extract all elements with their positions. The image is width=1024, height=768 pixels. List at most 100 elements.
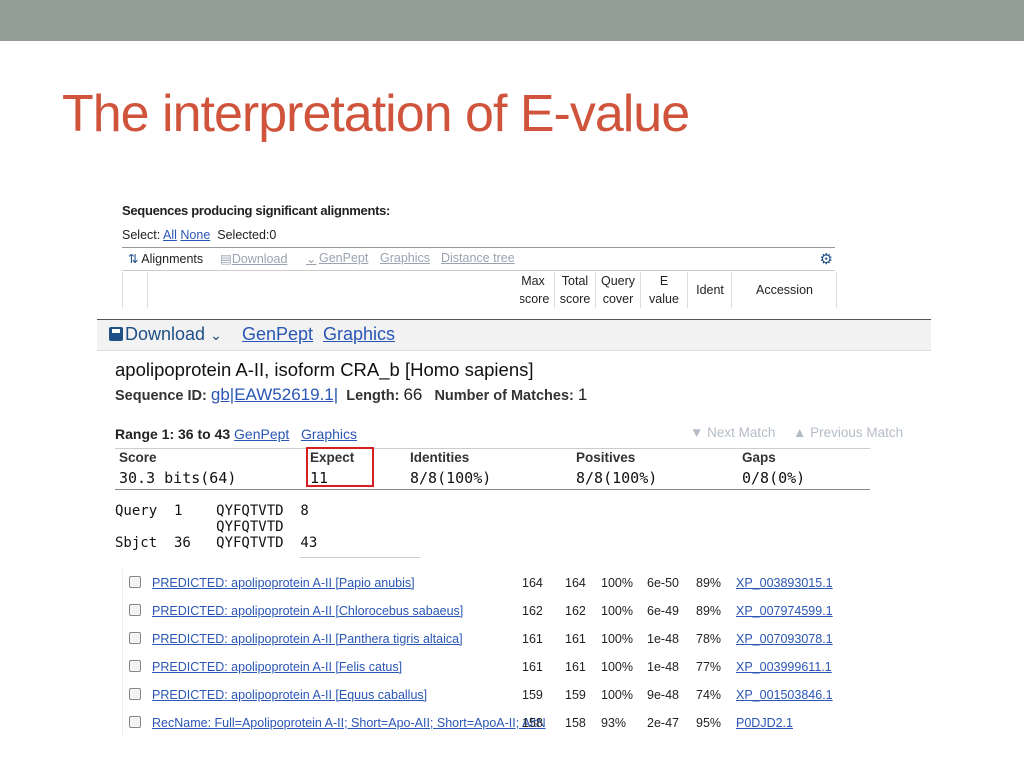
range-genpept-link[interactable]: GenPept xyxy=(234,426,289,442)
row-accession-link[interactable]: XP_003999611.1 xyxy=(736,660,832,674)
sequence-id-link[interactable]: gb|EAW52619.1| xyxy=(211,385,338,404)
query-line: Query 1 QYFQTVTD 8 xyxy=(115,503,309,519)
row-total-score: 164 xyxy=(565,576,586,590)
genpept-link[interactable]: GenPept xyxy=(242,324,313,345)
identities-header: Identities xyxy=(410,450,470,465)
distance-tree-link-disabled[interactable]: Distance tree xyxy=(441,251,515,265)
column-max-score[interactable]: Max score xyxy=(520,272,554,308)
alignment-toolbar: Download ⌄ GenPept Graphics xyxy=(97,319,931,351)
select-line: Select: All None Selected:0 xyxy=(122,228,276,242)
range-line: Range 1: 36 to 43 GenPept Graphics xyxy=(115,426,357,442)
row-description-link[interactable]: PREDICTED: apolipoprotein A-II [Papio an… xyxy=(152,576,415,590)
table-row: PREDICTED: apolipoprotein A-II [Papio an… xyxy=(122,569,835,597)
dropdown-chevron-icon[interactable]: ⌄ xyxy=(306,251,316,266)
match-line: QYFQTVTD xyxy=(115,519,284,535)
floppy-icon: ▤ xyxy=(220,252,232,266)
row-description-link[interactable]: PREDICTED: apolipoprotein A-II [Chloroce… xyxy=(152,604,463,618)
row-ident: 74% xyxy=(696,688,722,702)
sequence-info: Sequence ID: gb|EAW52619.1| Length: 66 N… xyxy=(115,385,588,404)
row-ident: 95% xyxy=(696,716,722,730)
graphics-link-disabled[interactable]: Graphics xyxy=(380,251,430,265)
row-checkbox[interactable] xyxy=(129,632,141,644)
column-accession[interactable]: Accession xyxy=(731,272,837,308)
table-row: PREDICTED: apolipoprotein A-II [Equus ca… xyxy=(122,681,835,709)
length-value: 66 xyxy=(403,385,423,404)
next-match-button[interactable]: ▼ Next Match xyxy=(690,425,775,440)
gaps-value: 0/8(0%) xyxy=(742,469,806,487)
row-ident: 89% xyxy=(696,576,722,590)
download-button[interactable]: Download ⌄ xyxy=(109,324,222,345)
row-max-score: 162 xyxy=(522,604,543,618)
table-row: PREDICTED: apolipoprotein A-II [Felis ca… xyxy=(122,653,835,681)
download-button-disabled[interactable]: ▤Download xyxy=(220,251,287,266)
selected-count: Selected:0 xyxy=(217,228,277,242)
row-e-value: 6e-50 xyxy=(647,576,679,590)
row-accession-link[interactable]: XP_001503846.1 xyxy=(736,688,833,702)
positives-header: Positives xyxy=(576,450,636,465)
row-accession-link[interactable]: XP_007974599.1 xyxy=(736,604,833,618)
row-accession-link[interactable]: P0DJD2.1 xyxy=(736,716,793,730)
row-max-score: 161 xyxy=(522,632,543,646)
triangle-down-icon: ▼ xyxy=(690,425,704,440)
alignments-button[interactable]: ⇅ Alignments xyxy=(128,251,203,266)
previous-match-button[interactable]: ▲ Previous Match xyxy=(793,425,903,440)
results-list: PREDICTED: apolipoprotein A-II [Papio an… xyxy=(122,569,835,737)
graphics-link[interactable]: Graphics xyxy=(323,324,395,345)
table-row: RecName: Full=Apolipoprotein A-II; Short… xyxy=(122,709,835,737)
row-description-link[interactable]: PREDICTED: apolipoprotein A-II [Equus ca… xyxy=(152,688,427,702)
row-e-value: 2e-47 xyxy=(647,716,679,730)
range-label: Range 1: 36 to 43 xyxy=(115,426,231,442)
row-max-score: 159 xyxy=(522,688,543,702)
column-ident[interactable]: Ident xyxy=(687,272,732,308)
row-checkbox[interactable] xyxy=(129,604,141,616)
table-row: PREDICTED: apolipoprotein A-II [Chloroce… xyxy=(122,597,835,625)
column-query-cover[interactable]: Query cover xyxy=(595,272,640,308)
expect-highlight-box xyxy=(306,447,374,487)
row-description-link[interactable]: PREDICTED: apolipoprotein A-II [Felis ca… xyxy=(152,660,402,674)
row-query-cover: 100% xyxy=(601,688,633,702)
select-none-link[interactable]: None xyxy=(180,228,210,242)
chevron-down-icon: ⌄ xyxy=(210,327,222,343)
row-description-link[interactable]: PREDICTED: apolipoprotein A-II [Panthera… xyxy=(152,632,463,646)
genpept-link-disabled[interactable]: GenPept xyxy=(319,251,368,265)
results-heading: Sequences producing significant alignmen… xyxy=(122,203,391,218)
row-checkbox[interactable] xyxy=(129,688,141,700)
matches-value: 1 xyxy=(577,385,588,404)
row-max-score: 161 xyxy=(522,660,543,674)
results-column-headers: Max score Total score Query cover Evalue Id… xyxy=(122,272,837,308)
row-e-value: 1e-48 xyxy=(647,660,679,674)
select-label: Select: xyxy=(122,228,161,242)
score-header: Score xyxy=(119,450,157,465)
column-total-score[interactable]: Total score xyxy=(554,272,595,308)
row-query-cover: 100% xyxy=(601,576,633,590)
row-query-cover: 100% xyxy=(601,632,633,646)
slide-header-bar xyxy=(0,0,1024,41)
gaps-header: Gaps xyxy=(742,450,776,465)
row-accession-link[interactable]: XP_003893015.1 xyxy=(736,576,833,590)
select-all-link[interactable]: All xyxy=(163,228,177,242)
row-ident: 89% xyxy=(696,604,722,618)
row-query-cover: 93% xyxy=(601,716,627,730)
column-e-value[interactable]: Evalue xyxy=(640,272,687,308)
row-description-link[interactable]: RecName: Full=Apolipoprotein A-II; Short… xyxy=(152,716,546,730)
table-row: PREDICTED: apolipoprotein A-II [Panthera… xyxy=(122,625,835,653)
description-column-header xyxy=(147,272,520,308)
range-graphics-link[interactable]: Graphics xyxy=(301,426,357,442)
divider xyxy=(300,557,420,564)
slide-title: The interpretation of E-value xyxy=(62,85,690,143)
row-checkbox[interactable] xyxy=(129,716,141,728)
row-e-value: 1e-48 xyxy=(647,632,679,646)
sbjct-line: Sbjct 36 QYFQTVTD 43 xyxy=(115,535,318,551)
triangle-up-icon: ▲ xyxy=(793,425,807,440)
row-ident: 77% xyxy=(696,660,722,674)
row-accession-link[interactable]: XP_007093078.1 xyxy=(736,632,833,646)
row-checkbox[interactable] xyxy=(129,660,141,672)
score-value: 30.3 bits(64) xyxy=(119,469,237,487)
row-query-cover: 100% xyxy=(601,604,633,618)
row-total-score: 159 xyxy=(565,688,586,702)
row-checkbox[interactable] xyxy=(129,576,141,588)
row-total-score: 162 xyxy=(565,604,586,618)
positives-value: 8/8(100%) xyxy=(576,469,658,487)
gear-icon[interactable]: ⚙ xyxy=(820,250,833,268)
results-toolbar: ⇅ Alignments ▤Download ⌄ GenPept Graphic… xyxy=(122,247,835,271)
